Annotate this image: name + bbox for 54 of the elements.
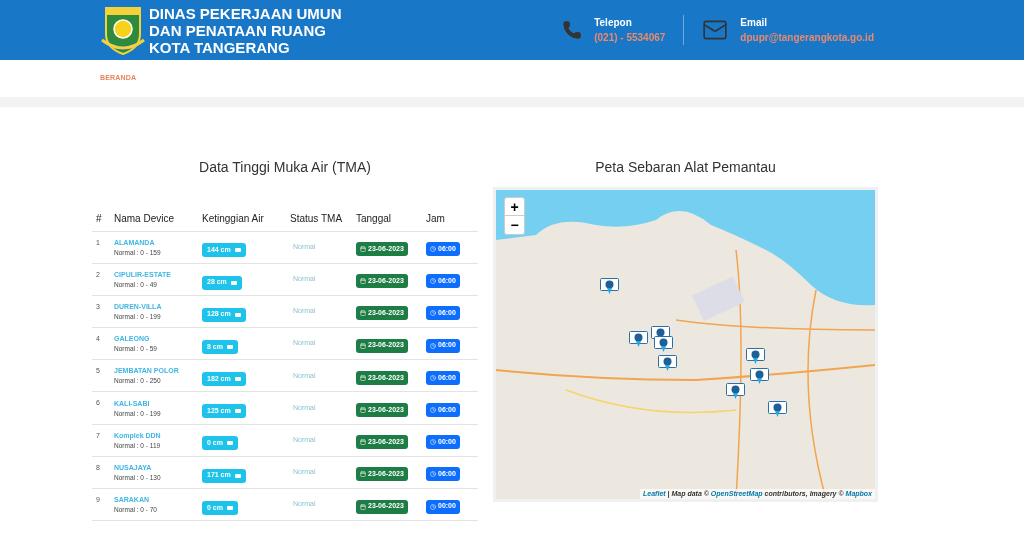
calendar-icon [360, 439, 366, 446]
map-marker-icon[interactable] [746, 348, 765, 365]
tag-icon [234, 312, 241, 317]
clock-icon [430, 471, 436, 478]
clock-icon [430, 278, 436, 285]
column-header: Nama Device [114, 207, 202, 231]
tag-icon [226, 344, 233, 349]
column-header: Status TMA [290, 207, 356, 231]
calendar-icon [360, 310, 366, 317]
phone-icon [562, 20, 583, 40]
calendar-icon [360, 246, 366, 253]
clock-icon [430, 342, 436, 349]
tag-icon [230, 280, 237, 285]
clock-icon [430, 439, 436, 446]
calendar-icon [360, 374, 366, 381]
agency-title: KOTA TANGERANG [149, 38, 291, 56]
tag-icon [226, 441, 233, 446]
map-marker-icon[interactable] [726, 383, 745, 400]
agency-title: DINAS PEKERJAAN UMUN [149, 4, 342, 22]
clock-icon [430, 246, 436, 253]
clock-icon [430, 407, 436, 414]
tag-icon [234, 377, 241, 382]
map-marker-icon[interactable] [600, 278, 619, 295]
contact-label: Telepon [594, 16, 633, 30]
column-header: Tanggal [356, 207, 426, 231]
section-title: Peta Sebaran Alat Pemantau [594, 158, 777, 177]
column-header: Ketinggian Air [202, 207, 290, 231]
section-title: Data Tinggi Muka Air (TMA) [198, 158, 372, 177]
map-marker-icon[interactable] [750, 368, 769, 385]
map-marker-icon[interactable] [629, 331, 648, 348]
zoom-in-button[interactable]: + [505, 198, 524, 216]
contact-value: dpupr@tangerangkota.go.id [740, 31, 874, 45]
tag-icon [234, 409, 241, 414]
calendar-icon [360, 471, 366, 478]
tag-icon [226, 505, 233, 510]
map-marker-icon[interactable] [654, 336, 673, 353]
column-header: # [92, 207, 114, 231]
tag-icon [234, 248, 241, 253]
map-marker-icon[interactable] [768, 401, 787, 418]
contact-value: (021) - 5534067 [594, 31, 666, 45]
map-marker-icon[interactable] [658, 355, 677, 372]
clock-icon [430, 310, 436, 317]
emblem-drawing [100, 4, 146, 56]
calendar-icon [360, 407, 366, 414]
clock-icon [430, 503, 436, 510]
calendar-icon [360, 278, 366, 285]
zoom-out-button[interactable]: − [505, 216, 524, 234]
tag-icon [234, 473, 241, 478]
calendar-icon [360, 503, 366, 510]
agency-title: DAN PENATAAN RUANG [149, 21, 327, 39]
contact-label: Email [740, 16, 769, 30]
calendar-icon [360, 342, 366, 349]
clock-icon [430, 374, 436, 381]
column-header: Jam [426, 207, 478, 231]
